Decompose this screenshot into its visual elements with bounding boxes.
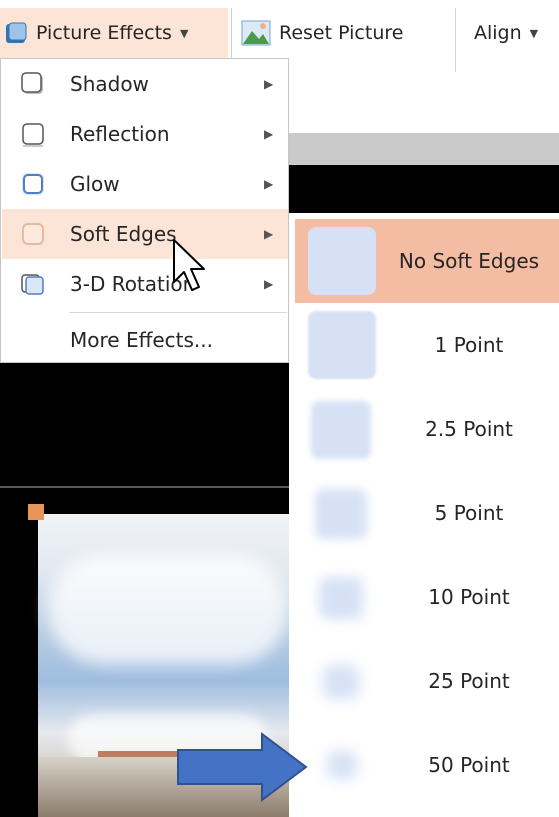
menu-separator bbox=[69, 312, 287, 313]
soft-edge-preview-icon bbox=[323, 665, 359, 699]
chevron-down-icon: ▼ bbox=[529, 26, 539, 40]
shadow-square-icon bbox=[21, 72, 43, 94]
menu-item-label: Glow bbox=[70, 172, 120, 196]
mouse-pointer-icon bbox=[173, 239, 205, 291]
soft-edge-option-label: 25 Point bbox=[428, 669, 510, 693]
chevron-right-icon: ▶ bbox=[264, 127, 274, 141]
soft-edge-option-none[interactable]: No Soft Edges bbox=[295, 219, 559, 303]
menu-item-reflection[interactable]: Reflection ▶ bbox=[2, 109, 288, 159]
soft-edges-square-icon bbox=[22, 223, 44, 245]
soft-edge-preview-icon bbox=[327, 751, 357, 779]
menu-item-soft-edges[interactable]: Soft Edges ▶ bbox=[2, 209, 288, 259]
menu-item-label: Reflection bbox=[70, 122, 170, 146]
soft-edge-option-label: 5 Point bbox=[434, 501, 504, 525]
menu-item-more-effects[interactable]: More Effects... bbox=[2, 315, 288, 365]
soft-edge-option-label: 50 Point bbox=[428, 753, 510, 777]
rotation-3d-icon bbox=[21, 274, 44, 295]
soft-edge-preview-icon bbox=[315, 489, 367, 539]
photo-cloud bbox=[48, 554, 288, 664]
ribbon-separator bbox=[455, 8, 456, 72]
chevron-right-icon: ▶ bbox=[264, 77, 274, 91]
menu-item-glow[interactable]: Glow ▶ bbox=[2, 159, 288, 209]
chevron-right-icon: ▶ bbox=[264, 277, 274, 291]
picture-effects-button[interactable]: Picture Effects ▼ bbox=[0, 8, 228, 58]
soft-edge-option-2-5pt[interactable]: 2.5 Point bbox=[295, 387, 559, 471]
reset-picture-button[interactable]: Reset Picture bbox=[241, 8, 403, 58]
chevron-down-icon: ▼ bbox=[179, 26, 189, 40]
glow-square-icon bbox=[22, 173, 44, 195]
soft-edge-option-5pt[interactable]: 5 Point bbox=[295, 471, 559, 555]
soft-edge-option-label: 10 Point bbox=[428, 585, 510, 609]
soft-edge-option-25pt[interactable]: 25 Point bbox=[295, 639, 559, 723]
resize-handle[interactable] bbox=[28, 504, 44, 520]
chevron-right-icon: ▶ bbox=[264, 227, 274, 241]
soft-edge-preview-icon bbox=[308, 227, 376, 295]
slide-edge bbox=[0, 486, 300, 488]
chevron-right-icon: ▶ bbox=[264, 177, 274, 191]
soft-edge-preview-icon bbox=[319, 577, 363, 619]
soft-edge-option-label: No Soft Edges bbox=[398, 249, 540, 273]
align-button[interactable]: Align ▼ bbox=[474, 8, 538, 58]
picture-effects-menu: Shadow ▶ Reflection ▶ Glow ▶ Soft Edges … bbox=[0, 58, 289, 363]
soft-edge-option-label: 1 Point bbox=[434, 333, 504, 357]
menu-item-shadow[interactable]: Shadow ▶ bbox=[2, 59, 288, 109]
picture-effects-label: Picture Effects bbox=[36, 22, 172, 44]
reset-picture-label: Reset Picture bbox=[279, 22, 404, 44]
align-label: Align bbox=[474, 22, 522, 44]
menu-item-label: More Effects... bbox=[70, 328, 213, 352]
soft-edge-option-1pt[interactable]: 1 Point bbox=[295, 303, 559, 387]
reset-picture-icon bbox=[241, 20, 271, 46]
soft-edge-option-10pt[interactable]: 10 Point bbox=[295, 555, 559, 639]
soft-edge-option-label: 2.5 Point bbox=[425, 417, 513, 441]
reflection-square-icon bbox=[22, 123, 44, 147]
menu-item-label: Soft Edges bbox=[70, 222, 177, 246]
menu-item-label: Shadow bbox=[70, 72, 149, 96]
soft-edge-option-50pt[interactable]: 50 Point bbox=[295, 723, 559, 807]
menu-item-3d-rotation[interactable]: 3-D Rotation ▶ bbox=[2, 259, 288, 309]
soft-edge-preview-icon bbox=[311, 401, 371, 459]
picture-effects-icon bbox=[6, 22, 27, 43]
soft-edges-submenu: No Soft Edges 1 Point 2.5 Point 5 Point … bbox=[289, 213, 559, 817]
soft-edge-preview-icon bbox=[308, 311, 376, 379]
annotation-arrow-icon bbox=[177, 732, 308, 802]
